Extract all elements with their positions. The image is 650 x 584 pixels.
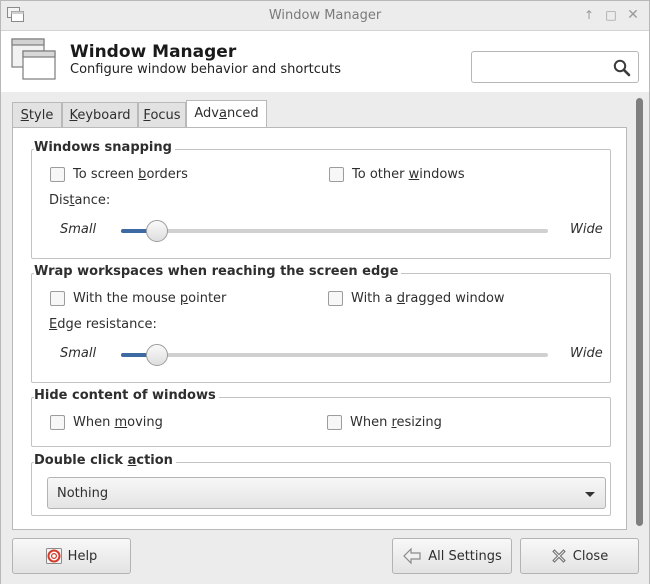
- wrap-dragged-window-checkbox[interactable]: With a dragged window: [328, 291, 505, 306]
- hide-content-legend: Hide content of windows: [34, 388, 219, 403]
- back-arrow-icon: [403, 547, 421, 565]
- dialog-footer: Help All Settings Close: [1, 532, 649, 584]
- tab-advanced[interactable]: Advanced: [186, 100, 267, 129]
- header-subtitle: Configure window behavior and shortcuts: [70, 62, 342, 77]
- chevron-down-icon: [585, 492, 595, 497]
- advanced-panel: Windows snapping To screen borders To ot…: [12, 127, 627, 530]
- hide-when-resizing-checkbox[interactable]: When resizing: [327, 415, 442, 430]
- dialog-header: Window Manager Configure window behavior…: [1, 32, 649, 92]
- maximize-icon[interactable]: □: [603, 7, 619, 23]
- double-click-legend: Double click action: [34, 453, 176, 468]
- distance-slider-fill: [121, 229, 149, 233]
- help-button[interactable]: Help: [12, 538, 131, 574]
- double-click-frame: Double click action Nothing: [31, 453, 611, 516]
- checkbox-box[interactable]: [50, 167, 65, 182]
- snap-screen-borders-checkbox[interactable]: To screen borders: [50, 167, 188, 182]
- help-icon: [45, 548, 62, 564]
- window-title: Window Manager: [268, 8, 382, 23]
- close-icon: [552, 549, 566, 563]
- edge-small-label: Small: [60, 346, 97, 361]
- wrap-frame: Wrap workspaces when reaching the screen…: [31, 264, 611, 383]
- search-icon: [613, 59, 631, 77]
- scrollbar-thumb[interactable]: [636, 98, 643, 526]
- double-click-action-value: Nothing: [57, 486, 109, 501]
- snapping-legend: Windows snapping: [34, 140, 175, 155]
- distance-small-label: Small: [60, 222, 97, 237]
- title-bar[interactable]: Window Manager ↑ □ ✕: [1, 1, 649, 31]
- hide-content-frame: Hide content of windows When moving When…: [31, 388, 611, 447]
- window-manager-large-icon: [11, 38, 56, 80]
- snapping-frame: Windows snapping To screen borders To ot…: [31, 140, 611, 259]
- distance-slider-handle[interactable]: [146, 220, 169, 242]
- checkbox-box[interactable]: [50, 291, 65, 306]
- checkbox-box[interactable]: [329, 167, 344, 182]
- double-click-action-select[interactable]: Nothing: [47, 477, 606, 509]
- edge-resistance-slider[interactable]: [121, 353, 548, 357]
- window: Window Manager ↑ □ ✕ Window Manager Conf…: [0, 0, 650, 584]
- checkbox-box[interactable]: [50, 415, 65, 430]
- edge-wide-label: Wide: [570, 346, 603, 361]
- distance-wide-label: Wide: [570, 222, 603, 237]
- search-input[interactable]: [471, 51, 639, 83]
- tab-style[interactable]: Style: [12, 102, 62, 128]
- wrap-mouse-pointer-checkbox[interactable]: With the mouse pointer: [50, 291, 226, 306]
- edge-resistance-slider-handle[interactable]: [146, 344, 169, 366]
- content-area: Style Keyboard Focus Advanced Windows sn…: [1, 92, 649, 532]
- edge-resistance-label: Edge resistance:: [49, 317, 157, 332]
- distance-label: Distance:: [49, 193, 111, 208]
- close-button[interactable]: Close: [520, 538, 639, 574]
- tab-keyboard[interactable]: Keyboard: [62, 102, 138, 128]
- keep-above-icon[interactable]: ↑: [581, 7, 597, 23]
- tab-focus[interactable]: Focus: [138, 102, 186, 128]
- close-window-icon[interactable]: ✕: [625, 7, 641, 23]
- all-settings-button[interactable]: All Settings: [392, 538, 512, 574]
- wrap-legend: Wrap workspaces when reaching the screen…: [34, 264, 402, 279]
- distance-slider[interactable]: [121, 229, 548, 233]
- header-title: Window Manager: [70, 42, 237, 62]
- snap-other-windows-checkbox[interactable]: To other windows: [329, 167, 465, 182]
- checkbox-box[interactable]: [328, 291, 343, 306]
- edge-resistance-slider-fill: [121, 353, 149, 357]
- checkbox-box[interactable]: [327, 415, 342, 430]
- hide-when-moving-checkbox[interactable]: When moving: [50, 415, 163, 430]
- vertical-scrollbar[interactable]: [633, 94, 647, 530]
